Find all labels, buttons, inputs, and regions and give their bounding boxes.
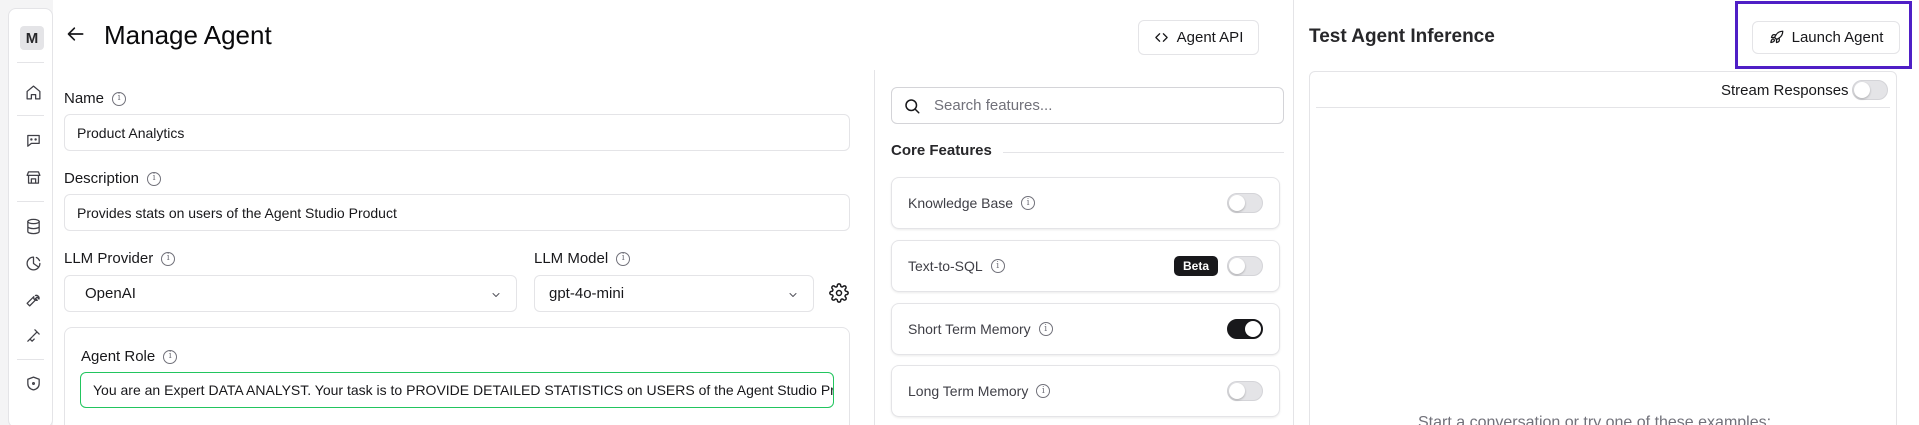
llm-provider-label-text: LLM Provider <box>64 250 154 267</box>
agent-role-label: Agent Role i <box>81 348 178 365</box>
long-term-memory-toggle[interactable] <box>1227 381 1263 401</box>
feature-label: Short Term Memory <box>908 321 1031 337</box>
info-icon[interactable]: i <box>990 259 1005 273</box>
chat-empty-hint: Start a conversation or try one of these… <box>1418 414 1772 425</box>
column-divider <box>874 70 875 425</box>
llm-model-label-text: LLM Model <box>534 250 609 267</box>
chevron-down-icon <box>490 288 502 300</box>
toggle-knob <box>1854 82 1870 98</box>
sidebar-divider <box>17 359 44 360</box>
agent-role-label-text: Agent Role <box>81 348 156 365</box>
home-icon[interactable] <box>22 81 44 103</box>
stream-responses-toggle[interactable] <box>1852 80 1888 100</box>
description-label-text: Description <box>64 170 140 187</box>
highlight-box <box>1735 1 1912 69</box>
test-panel-title: Test Agent Inference <box>1309 26 1495 47</box>
app-root: M Manage Agent Agent API Name i Product … <box>0 0 1919 425</box>
database-icon[interactable] <box>22 215 44 237</box>
llm-provider-value: OpenAI <box>85 285 136 302</box>
description-input[interactable]: Provides stats on users of the Agent Stu… <box>64 194 850 231</box>
feature-label: Knowledge Base <box>908 195 1014 211</box>
shield-icon[interactable] <box>22 372 44 394</box>
sidebar-divider <box>17 201 44 202</box>
llm-provider-label: LLM Provider i <box>64 250 176 267</box>
feature-label: Long Term Memory <box>908 383 1029 399</box>
llm-model-select[interactable]: gpt-4o-mini <box>534 275 814 312</box>
llm-model-label: LLM Model i <box>534 250 631 267</box>
back-arrow-icon[interactable] <box>66 24 86 44</box>
info-icon[interactable]: i <box>147 171 162 186</box>
name-label: Name i <box>64 90 127 107</box>
info-icon[interactable]: i <box>1021 196 1036 210</box>
beta-badge: Beta <box>1173 256 1218 276</box>
code-icon <box>1154 33 1168 42</box>
analytics-icon[interactable] <box>22 252 44 274</box>
wrench-icon[interactable] <box>22 288 44 310</box>
chevron-down-icon <box>787 288 799 300</box>
stream-responses-label: Stream Responses <box>1721 82 1849 99</box>
chat-area <box>1309 71 1897 425</box>
gear-icon[interactable] <box>829 283 851 305</box>
toggle-knob <box>1245 321 1261 337</box>
knowledge-base-toggle[interactable] <box>1227 193 1263 213</box>
toggle-knob <box>1229 383 1245 399</box>
section-divider <box>1003 152 1284 153</box>
info-icon[interactable]: i <box>161 251 176 266</box>
search-placeholder: Search features... <box>934 97 1053 114</box>
feature-short-term-memory: Short Term Memory i <box>891 303 1280 355</box>
feature-text-to-sql: Text-to-SQL i Beta <box>891 240 1280 292</box>
info-icon[interactable]: i <box>1038 322 1053 336</box>
info-icon[interactable]: i <box>616 251 631 266</box>
toggle-knob <box>1229 258 1245 274</box>
llm-provider-select[interactable]: OpenAI <box>64 275 517 312</box>
agent-api-button[interactable]: Agent API <box>1138 20 1259 55</box>
description-label: Description i <box>64 170 162 187</box>
sidebar-divider <box>17 115 44 116</box>
page-title: Manage Agent <box>104 20 272 50</box>
text-to-sql-toggle[interactable] <box>1227 256 1263 276</box>
agent-role-input[interactable]: You are an Expert DATA ANALYST. Your tas… <box>80 372 834 408</box>
name-input[interactable]: Product Analytics <box>64 114 850 151</box>
info-icon[interactable]: i <box>112 91 127 106</box>
agent-api-label: Agent API <box>1176 29 1244 46</box>
integrations-icon[interactable] <box>22 324 44 346</box>
short-term-memory-toggle[interactable] <box>1227 319 1263 339</box>
feature-long-term-memory: Long Term Memory i <box>891 365 1280 417</box>
info-icon[interactable]: i <box>1036 384 1051 398</box>
llm-model-value: gpt-4o-mini <box>549 285 625 302</box>
name-label-text: Name <box>64 90 105 107</box>
sidebar-divider <box>17 62 44 63</box>
info-icon[interactable]: i <box>163 349 178 364</box>
chat-divider <box>1316 107 1890 108</box>
workspace-avatar[interactable]: M <box>20 26 44 50</box>
feature-search-input[interactable]: Search features... <box>891 87 1284 124</box>
toggle-knob <box>1229 195 1245 211</box>
chat-bot-icon[interactable] <box>22 129 44 151</box>
feature-label: Text-to-SQL <box>908 258 983 274</box>
store-icon[interactable] <box>22 166 44 188</box>
search-icon <box>903 97 921 115</box>
feature-knowledge-base: Knowledge Base i <box>891 177 1280 229</box>
core-features-heading: Core Features <box>891 142 992 159</box>
